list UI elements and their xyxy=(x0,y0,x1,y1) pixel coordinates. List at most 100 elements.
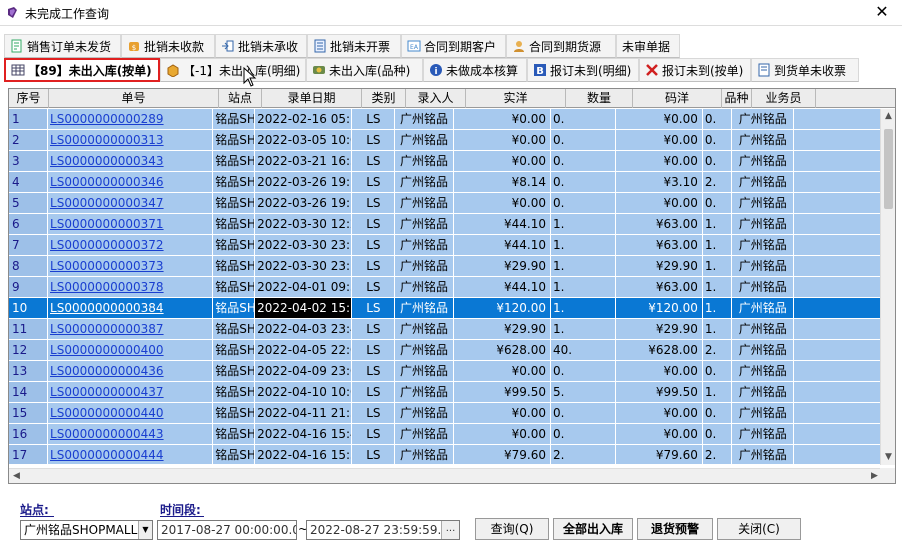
table-row[interactable]: 13LS0000000000436铭品SHOP2022-04-09 23:06L… xyxy=(9,361,882,382)
column-header[interactable]: 序号 xyxy=(9,89,49,108)
table-row[interactable]: 5LS0000000000347铭品SHOP2022-03-26 19:19LS… xyxy=(9,193,882,214)
return-warning-button[interactable]: 退货预警 xyxy=(637,518,713,540)
order-number-link[interactable]: LS0000000000437 xyxy=(48,382,214,403)
column-header[interactable]: 业务员 xyxy=(752,89,816,108)
table-cell: ¥29.90 xyxy=(616,256,703,277)
grid-header: 序号 单号 站点 录单日期 类别 录入人 实洋 数量 码洋 品种 业务员 xyxy=(9,89,895,108)
table-cell: 2022-03-30 12:23 xyxy=(255,214,353,235)
column-header[interactable]: 录入人 xyxy=(406,89,466,108)
date-from-input[interactable]: 2017-08-27 00:00:00.000 xyxy=(157,520,297,540)
table-cell-filler xyxy=(794,193,882,214)
table-cell: 铭品SHOP xyxy=(213,277,256,298)
table-cell: 2022-04-16 15:45 xyxy=(255,424,353,445)
tab-batch-unreceived[interactable]: 批销未承收 xyxy=(215,34,307,58)
tab-label: 销售订单未发货 xyxy=(27,39,112,54)
all-in-out-button[interactable]: 全部出入库 xyxy=(553,518,633,540)
tab-row-2: 【89】未出入库(按单) 【-1】未出入库(明细) 未出入库(品种) i 未做成… xyxy=(4,58,859,82)
money-bag-icon: $ xyxy=(129,42,139,52)
order-number-link[interactable]: LS0000000000346 xyxy=(48,172,214,193)
column-header[interactable]: 单号 xyxy=(49,89,219,108)
table-cell: 6 xyxy=(9,214,49,235)
order-number-link[interactable]: LS0000000000387 xyxy=(48,319,214,340)
order-number-link[interactable]: LS0000000000372 xyxy=(48,235,214,256)
tab-order-not-arrived-detail[interactable]: B 报订未到(明细) xyxy=(527,58,639,82)
column-header[interactable]: 码洋 xyxy=(633,89,722,108)
query-button[interactable]: 查询(Q) xyxy=(475,518,549,540)
table-row[interactable]: 6LS0000000000371铭品SHOP2022-03-30 12:23LS… xyxy=(9,214,882,235)
table-row[interactable]: 16LS0000000000443铭品SHOP2022-04-16 15:45L… xyxy=(9,424,882,445)
order-number-link[interactable]: LS0000000000444 xyxy=(48,445,214,464)
table-row[interactable]: 4LS0000000000346铭品SHOP2022-03-26 19:18LS… xyxy=(9,172,882,193)
table-row[interactable]: 2LS0000000000313铭品SHOP2022-03-05 10:00LS… xyxy=(9,130,882,151)
table-row[interactable]: 12LS0000000000400铭品SHOP2022-04-05 22:05L… xyxy=(9,340,882,361)
date-picker-button[interactable]: ... xyxy=(441,521,459,539)
table-cell: 广州铭品 xyxy=(732,277,795,298)
table-row[interactable]: 14LS0000000000437铭品SHOP2022-04-10 10:02L… xyxy=(9,382,882,403)
order-number-link[interactable]: LS0000000000400 xyxy=(48,340,214,361)
scroll-left-icon[interactable]: ◀ xyxy=(9,469,24,483)
table-row[interactable]: 7LS0000000000372铭品SHOP2022-03-30 23:11LS… xyxy=(9,235,882,256)
tab-no-cost-accounting[interactable]: i 未做成本核算 xyxy=(423,58,527,82)
table-row[interactable]: 3LS0000000000343铭品SHOP2022-03-21 16:57LS… xyxy=(9,151,882,172)
tab-contract-expiring-supply[interactable]: 合同到期货源 xyxy=(506,34,616,58)
table-cell: ¥44.10 xyxy=(453,235,552,256)
table-row[interactable]: 1LS0000000000289铭品SHOP2022-02-16 05:16LS… xyxy=(9,109,882,130)
order-number-link[interactable]: LS0000000000371 xyxy=(48,214,214,235)
column-header[interactable]: 数量 xyxy=(566,89,633,108)
svg-text:EA: EA xyxy=(410,44,419,51)
table-row[interactable]: 8LS0000000000373铭品SHOP2022-03-30 23:11LS… xyxy=(9,256,882,277)
table-cell: 广州铭品 xyxy=(395,319,454,340)
table-cell: ¥0.00 xyxy=(616,109,703,130)
close-icon[interactable]: ✕ xyxy=(872,2,892,22)
column-header[interactable]: 实洋 xyxy=(466,89,566,108)
column-header[interactable]: 站点 xyxy=(219,89,262,108)
tab-not-in-out-detail[interactable]: 【-1】未出入库(明细) xyxy=(160,58,306,82)
vertical-scrollbar[interactable]: ▲ ▼ xyxy=(880,109,895,465)
tab-contract-expiring-customer[interactable]: EA 合同到期客户 xyxy=(401,34,506,58)
horizontal-scrollbar[interactable]: ◀ ▶ xyxy=(9,468,882,483)
table-row[interactable]: 11LS0000000000387铭品SHOP2022-04-03 23:42L… xyxy=(9,319,882,340)
table-cell: 广州铭品 xyxy=(732,382,795,403)
table-cell: LS xyxy=(352,151,396,172)
tab-arrival-no-invoice[interactable]: 到货单未收票 xyxy=(751,58,859,82)
table-row[interactable]: 10LS0000000000384铭品SHOP2022-04-02 15:18L… xyxy=(9,298,882,319)
tab-not-in-out-variety[interactable]: 未出入库(品种) xyxy=(306,58,423,82)
order-number-link[interactable]: LS0000000000378 xyxy=(48,277,214,298)
scroll-thumb[interactable] xyxy=(884,129,893,209)
tab-order-not-arrived-by-order[interactable]: 报订未到(按单) xyxy=(639,58,751,82)
table-row[interactable]: 17LS0000000000444铭品SHOP2022-04-16 15:55L… xyxy=(9,445,882,464)
column-header[interactable]: 录单日期 xyxy=(262,89,362,108)
tab-unreviewed-docs[interactable]: 未审单据 xyxy=(616,34,680,58)
table-row[interactable]: 9LS0000000000378铭品SHOP2022-04-01 09:35LS… xyxy=(9,277,882,298)
order-number-link[interactable]: LS0000000000440 xyxy=(48,403,214,424)
svg-text:$: $ xyxy=(132,44,136,52)
table-cell: 广州铭品 xyxy=(395,277,454,298)
table-cell: 广州铭品 xyxy=(395,424,454,445)
order-number-link[interactable]: LS0000000000343 xyxy=(48,151,214,172)
order-number-link[interactable]: LS0000000000347 xyxy=(48,193,214,214)
column-header[interactable]: 类别 xyxy=(362,89,406,108)
date-to-input[interactable]: 2022-08-27 23:59:59.998 ... xyxy=(306,520,460,540)
scroll-down-icon[interactable]: ▼ xyxy=(881,450,895,465)
order-number-link[interactable]: LS0000000000384 xyxy=(48,298,214,319)
tab-not-in-out-by-order[interactable]: 【89】未出入库(按单) xyxy=(4,58,160,82)
close-button[interactable]: 关闭(C) xyxy=(717,518,801,540)
tab-batch-uninvoiced[interactable]: 批销未开票 xyxy=(307,34,401,58)
table-cell-filler xyxy=(794,298,882,319)
tab-sales-order-unshipped[interactable]: 销售订单未发货 xyxy=(4,34,121,58)
tab-batch-unpaid[interactable]: $ 批销未收款 xyxy=(121,34,215,58)
site-select[interactable]: 广州铭品SHOPMALL ▼ xyxy=(20,520,153,540)
tab-row-1: 销售订单未发货 $ 批销未收款 批销未承收 批销未开票 EA 合同到期客户 合同… xyxy=(4,34,680,58)
chevron-down-icon[interactable]: ▼ xyxy=(138,521,152,539)
table-row[interactable]: 15LS0000000000440铭品SHOP2022-04-11 21:55L… xyxy=(9,403,882,424)
table-cell: 5. xyxy=(551,382,617,403)
order-number-link[interactable]: LS0000000000436 xyxy=(48,361,214,382)
order-number-link[interactable]: LS0000000000289 xyxy=(48,109,214,130)
table-cell: 1. xyxy=(551,277,617,298)
order-number-link[interactable]: LS0000000000373 xyxy=(48,256,214,277)
order-number-link[interactable]: LS0000000000443 xyxy=(48,424,214,445)
column-header[interactable]: 品种 xyxy=(722,89,752,108)
tab-label: 【-1】未出入库(明细) xyxy=(183,63,301,78)
scroll-up-icon[interactable]: ▲ xyxy=(881,109,895,124)
order-number-link[interactable]: LS0000000000313 xyxy=(48,130,214,151)
